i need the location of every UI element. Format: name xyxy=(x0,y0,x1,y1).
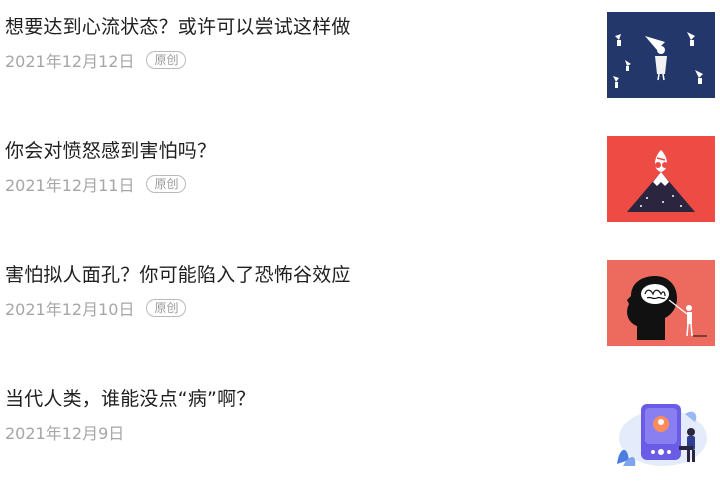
article-date: 2021年12月11日 xyxy=(5,176,135,195)
erupting-volcano-illustration-icon[interactable] xyxy=(607,136,715,222)
original-badge: 原创 xyxy=(146,175,187,193)
article-date: 2021年12月10日 xyxy=(5,300,135,319)
article-item[interactable]: 害怕拟人面孔？你可能陷入了恐怖谷效应 2021年12月10日 原创 xyxy=(0,248,720,348)
article-meta: 2021年12月12日 原创 xyxy=(5,48,187,72)
phone-music-player-illustration-icon[interactable] xyxy=(607,384,715,470)
article-meta: 2021年12月10日 原创 xyxy=(5,296,187,320)
original-badge: 原创 xyxy=(146,51,187,69)
article-date: 2021年12月9日 xyxy=(5,424,125,443)
article-item[interactable]: 你会对愤怒感到害怕吗？ 2021年12月11日 原创 xyxy=(0,124,720,224)
article-title[interactable]: 当代人类，谁能没点“病”啊？ xyxy=(5,386,256,412)
article-item[interactable]: 想要达到心流状态？或许可以尝试这样做 2021年12月12日 原创 xyxy=(0,0,720,100)
article-item[interactable]: 当代人类，谁能没点“病”啊？ 2021年12月9日 xyxy=(0,372,720,472)
article-meta: 2021年12月9日 xyxy=(5,420,124,444)
flying-figures-illustration-icon[interactable] xyxy=(607,12,715,98)
article-date: 2021年12月12日 xyxy=(5,52,135,71)
article-title[interactable]: 害怕拟人面孔？你可能陷入了恐怖谷效应 xyxy=(5,262,351,288)
article-title[interactable]: 想要达到心流状态？或许可以尝试这样做 xyxy=(5,14,351,40)
head-silhouette-brain-illustration-icon[interactable] xyxy=(607,260,715,346)
article-meta: 2021年12月11日 原创 xyxy=(5,172,187,196)
article-title[interactable]: 你会对愤怒感到害怕吗？ xyxy=(5,138,216,164)
original-badge: 原创 xyxy=(146,299,187,317)
